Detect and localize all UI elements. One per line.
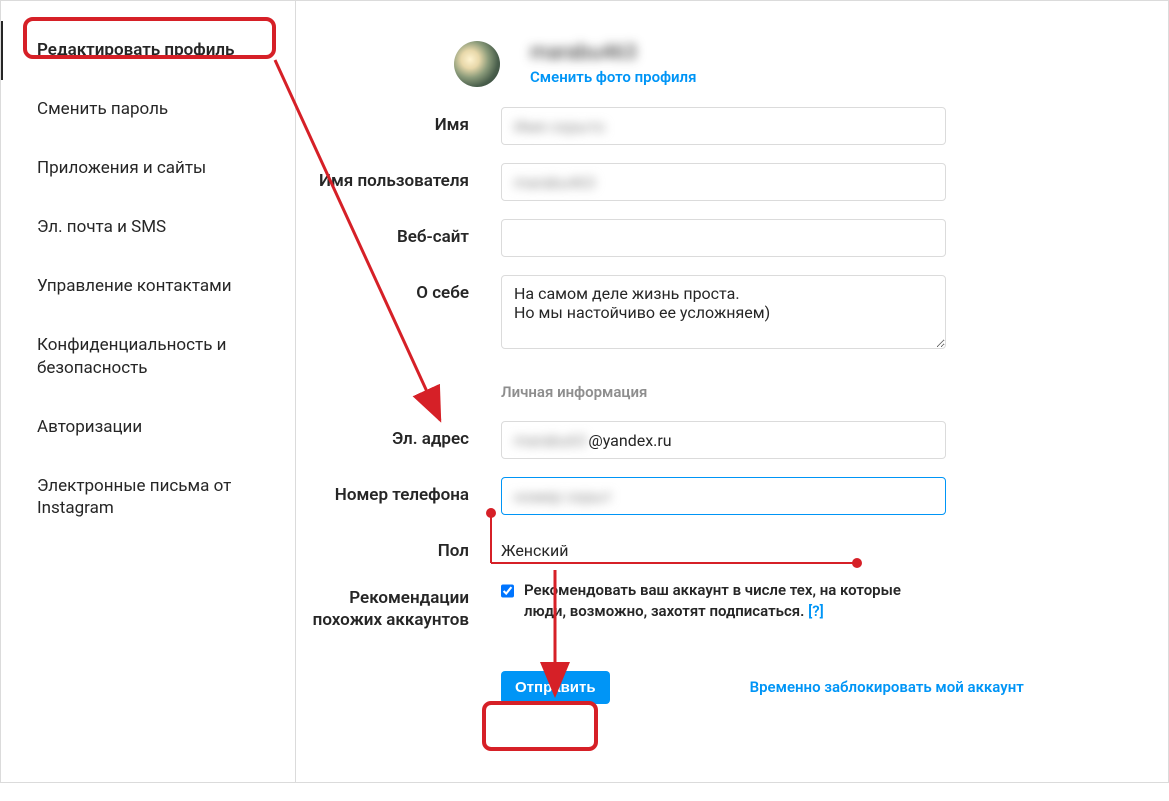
phone-input[interactable]: номер скрыт bbox=[501, 477, 946, 515]
submit-button[interactable]: Отправить bbox=[501, 671, 610, 704]
annotation-submit-highlight bbox=[482, 701, 598, 751]
bio-textarea[interactable]: На самом деле жизнь проста. Но мы настой… bbox=[501, 275, 946, 349]
phone-value-blurred: номер скрыт bbox=[514, 487, 612, 506]
avatar[interactable] bbox=[454, 41, 500, 87]
email-label: Эл. адрес bbox=[306, 421, 501, 450]
recommend-text: Рекомендовать ваш аккаунт в числе тех, н… bbox=[524, 580, 946, 621]
username-input[interactable]: marabu463 bbox=[501, 163, 946, 201]
website-label: Веб-сайт bbox=[306, 219, 501, 248]
sidebar-item-edit-profile[interactable]: Редактировать профиль bbox=[1, 21, 295, 80]
sidebar-item-manage-contacts[interactable]: Управление контактами bbox=[1, 257, 295, 316]
private-info-header: Личная информация bbox=[501, 383, 946, 401]
recommend-label: Рекомендации похожих аккаунтов bbox=[306, 580, 501, 631]
sidebar-item-email-sms[interactable]: Эл. почта и SMS bbox=[1, 198, 295, 257]
email-visible-part: @yandex.ru bbox=[588, 431, 671, 450]
sidebar-item-instagram-emails[interactable]: Электронные письма от Instagram bbox=[1, 457, 295, 539]
website-input[interactable] bbox=[501, 219, 946, 257]
username-value-blurred: marabu463 bbox=[514, 173, 595, 192]
recommend-help-link[interactable]: [?] bbox=[808, 602, 824, 620]
email-blurred-part: marabu63 bbox=[514, 431, 586, 450]
profile-header: marabu463 Сменить фото профиля bbox=[306, 41, 1128, 87]
edit-profile-form: marabu463 Сменить фото профиля Имя Имя с… bbox=[296, 1, 1168, 782]
bio-label: О себе bbox=[306, 275, 501, 304]
sidebar-item-apps-websites[interactable]: Приложения и сайты bbox=[1, 139, 295, 198]
name-label: Имя bbox=[306, 107, 501, 136]
change-photo-link[interactable]: Сменить фото профиля bbox=[530, 68, 696, 86]
sidebar-item-login-activity[interactable]: Авторизации bbox=[1, 398, 295, 457]
profile-username: marabu463 bbox=[530, 41, 696, 65]
phone-label: Номер телефона bbox=[306, 477, 501, 506]
username-label: Имя пользователя bbox=[306, 163, 501, 192]
recommend-checkbox[interactable] bbox=[501, 583, 514, 599]
settings-sidebar: Редактировать профиль Сменить пароль При… bbox=[1, 1, 296, 782]
gender-label: Пол bbox=[306, 533, 501, 562]
sidebar-item-privacy-security[interactable]: Конфиденциальность и безопасность bbox=[1, 316, 295, 398]
name-value-blurred: Имя скрыто bbox=[514, 117, 605, 136]
email-input[interactable]: marabu63 @yandex.ru bbox=[501, 421, 946, 459]
sidebar-item-change-password[interactable]: Сменить пароль bbox=[1, 80, 295, 139]
gender-value[interactable]: Женский bbox=[501, 533, 946, 560]
name-input[interactable]: Имя скрыто bbox=[501, 107, 946, 145]
disable-account-link[interactable]: Временно заблокировать мой аккаунт bbox=[750, 678, 1024, 696]
